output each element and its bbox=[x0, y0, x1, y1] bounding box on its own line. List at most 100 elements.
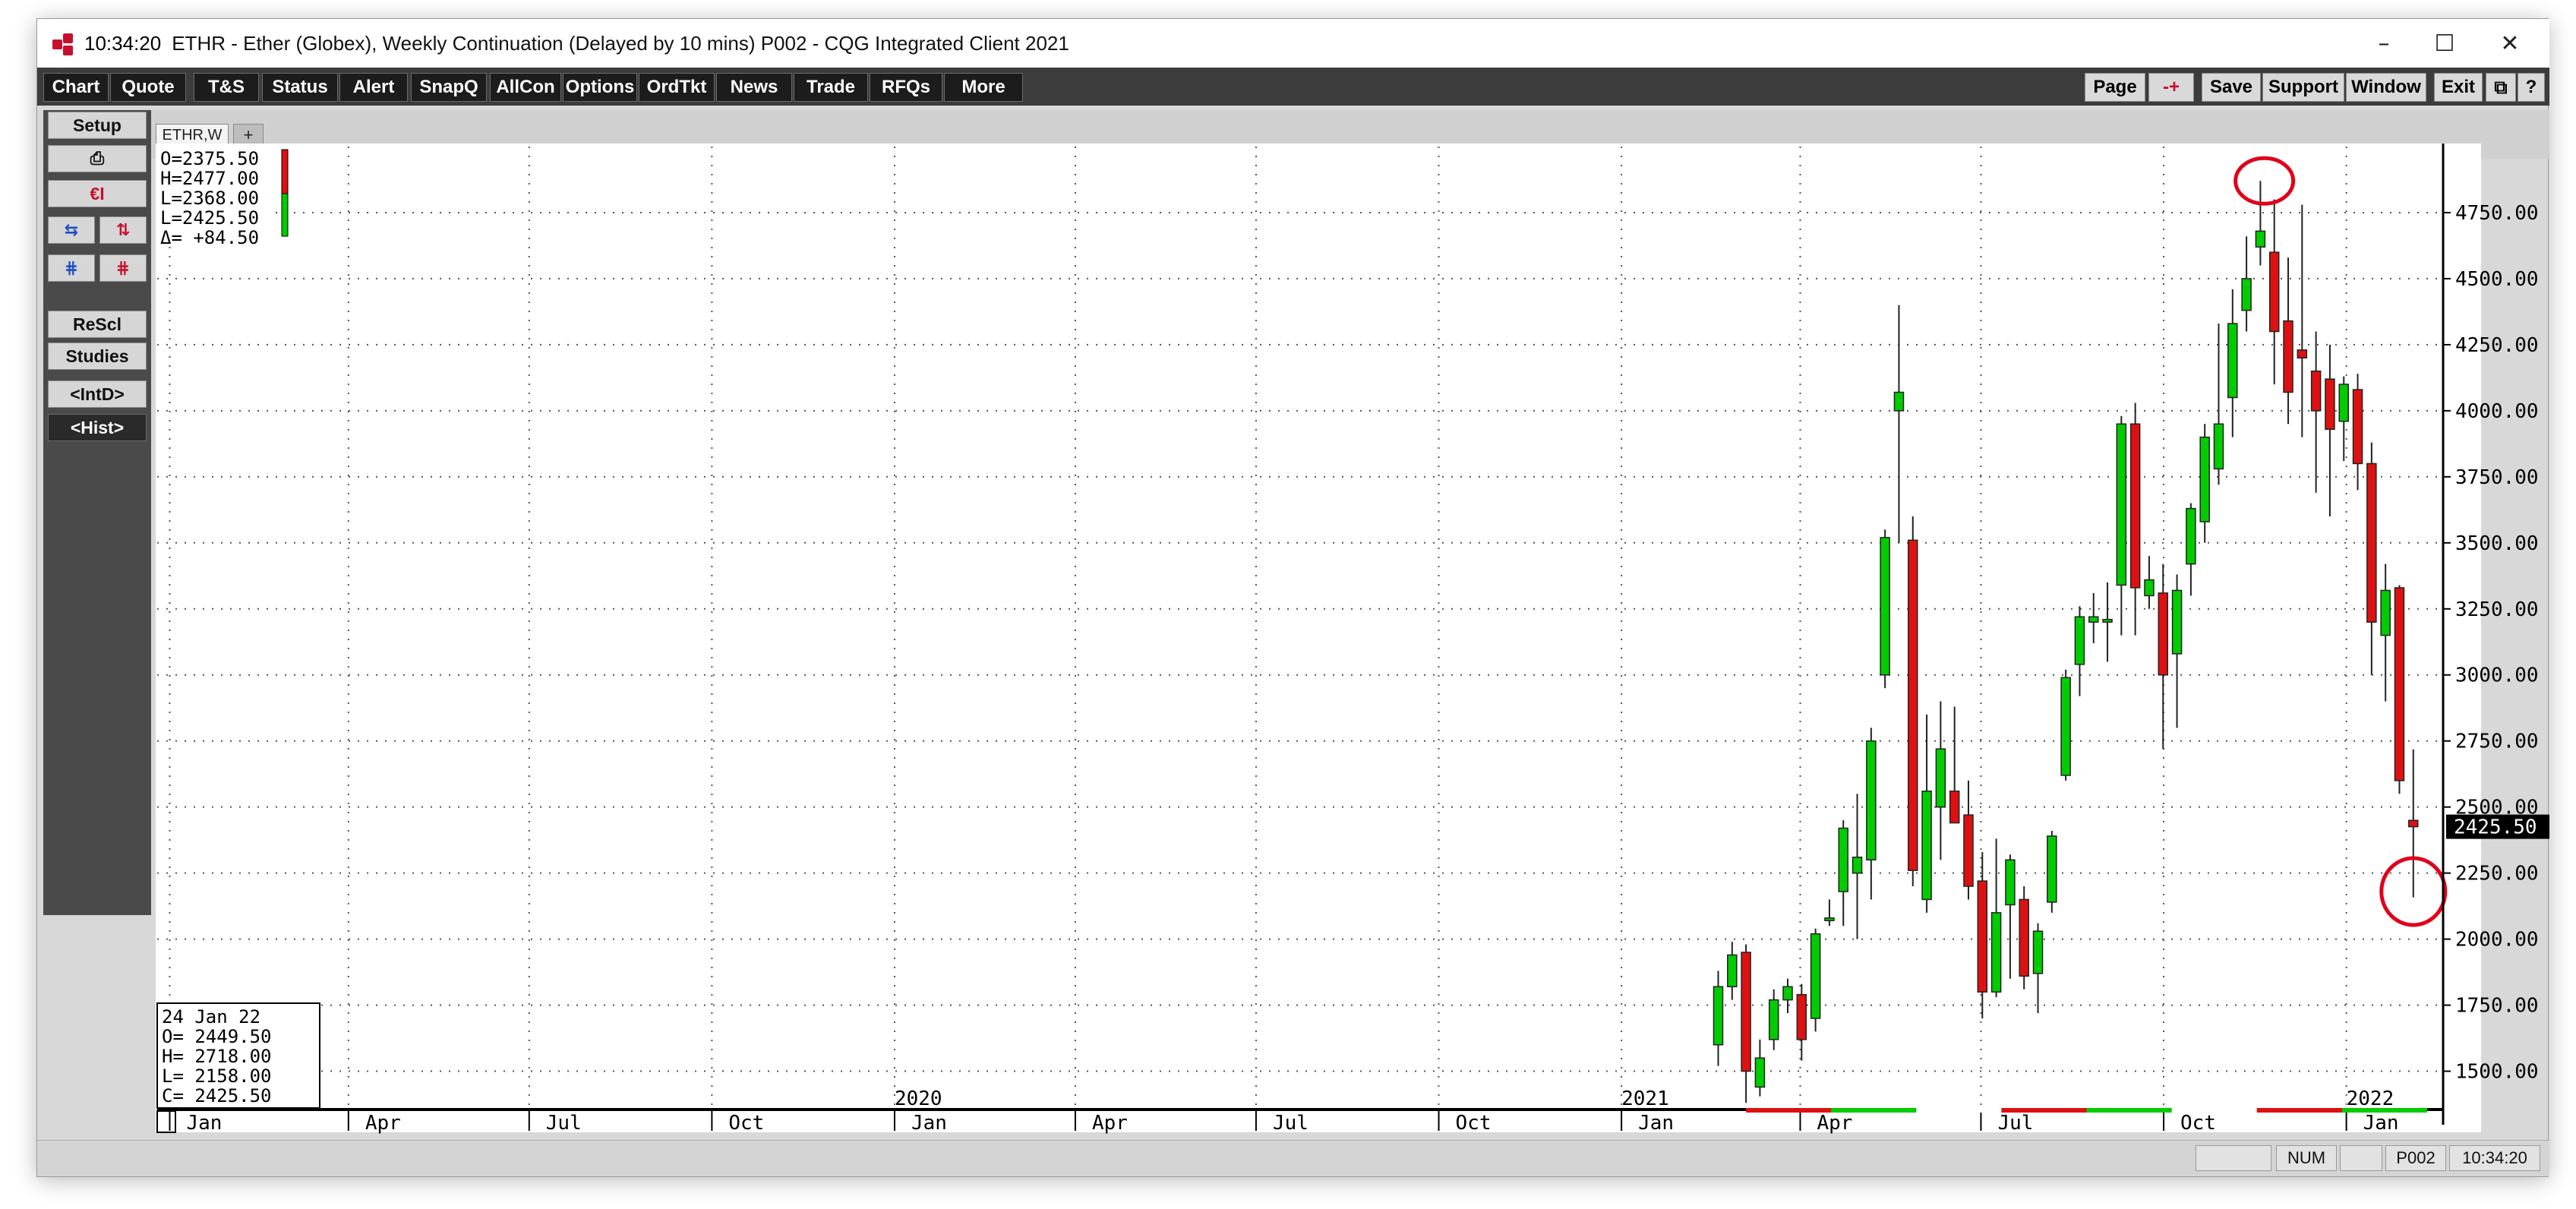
cursor-info-row: C= 2425.50 bbox=[162, 1085, 272, 1106]
x-tick-label: Jul bbox=[546, 1112, 582, 1135]
y-tick-label: 4000.00 bbox=[2455, 400, 2539, 423]
candle-body bbox=[2366, 462, 2377, 623]
candle-body bbox=[1908, 539, 1918, 871]
top-ohlc-row: L=2368.00 bbox=[160, 188, 259, 209]
price-chart[interactable]: 1500.001750.002000.002250.002500.002750.… bbox=[37, 19, 2549, 1140]
candle-body bbox=[2227, 323, 2238, 399]
cursor-info-date: 24 Jan 22 bbox=[162, 1006, 260, 1027]
candle-body bbox=[1713, 986, 1724, 1046]
x-tick-label: Apr bbox=[365, 1112, 401, 1135]
chart-background bbox=[156, 144, 2481, 1132]
candle-body bbox=[2019, 898, 2029, 977]
y-tick-label: 3000.00 bbox=[2455, 664, 2539, 687]
candle-body bbox=[2310, 370, 2322, 412]
x-tick-label: Apr bbox=[1817, 1112, 1852, 1135]
y-tick-label: 2000.00 bbox=[2455, 929, 2539, 952]
status-spacer bbox=[2196, 1145, 2271, 1171]
candle-body bbox=[1852, 857, 1863, 874]
candle-body bbox=[1880, 537, 1890, 676]
candle-body bbox=[2268, 251, 2280, 333]
top-ohlc-row: L=2425.50 bbox=[160, 207, 259, 229]
top-ohlc-bar-red bbox=[281, 149, 289, 194]
x-year-label: 2021 bbox=[1621, 1087, 1669, 1110]
top-ohlc-row: O=2375.50 bbox=[160, 148, 259, 169]
cursor-info-row: O= 2449.50 bbox=[162, 1026, 272, 1047]
candle-body bbox=[2144, 579, 2155, 597]
candle-body bbox=[2325, 378, 2335, 430]
candle-body bbox=[2241, 278, 2252, 311]
status-spacer-2 bbox=[2340, 1145, 2382, 1171]
candle-body bbox=[1768, 999, 1779, 1040]
candle-body bbox=[1990, 912, 2002, 993]
axis-strip-segment bbox=[1746, 1108, 1832, 1113]
candle-body bbox=[2060, 677, 2071, 776]
x-tick-label: Jan bbox=[186, 1112, 222, 1135]
candle-body bbox=[1949, 791, 1960, 824]
x-tick-label: Jan bbox=[1638, 1112, 1674, 1135]
candle-body bbox=[2047, 835, 2057, 903]
axis-strip-segment bbox=[2171, 1108, 2257, 1113]
y-tick-label: 4750.00 bbox=[2455, 202, 2539, 225]
y-tick-label: 3500.00 bbox=[2455, 532, 2539, 555]
y-tick-label: 2750.00 bbox=[2455, 731, 2539, 753]
axis-strip-segment bbox=[2001, 1108, 2087, 1113]
cursor-info-row: H= 2718.00 bbox=[162, 1046, 272, 1067]
x-tick-label: Jul bbox=[1997, 1112, 2033, 1135]
candle-body bbox=[2255, 230, 2266, 248]
candle-body bbox=[2171, 589, 2183, 655]
x-axis-corner-box bbox=[156, 1110, 176, 1133]
x-tick-label: Oct bbox=[728, 1112, 764, 1135]
candle-body bbox=[1741, 952, 1751, 1072]
page-indicator: P002 bbox=[2385, 1145, 2446, 1171]
y-tick-label: 2250.00 bbox=[2455, 863, 2539, 885]
num-lock-indicator: NUM bbox=[2276, 1145, 2337, 1171]
x-tick-label: Apr bbox=[1092, 1112, 1128, 1135]
app-window: 10:34:20 ETHR - Ether (Globex), Weekly C… bbox=[36, 18, 2549, 1177]
status-bar: NUM P002 10:34:20 bbox=[37, 1140, 2549, 1176]
y-tick-label: 1500.00 bbox=[2455, 1061, 2539, 1084]
candle-body bbox=[2297, 349, 2308, 359]
candle-body bbox=[1754, 1057, 1766, 1088]
axis-strip-segment bbox=[2086, 1108, 2172, 1113]
candle-body bbox=[2380, 589, 2391, 636]
candle-body bbox=[2352, 389, 2363, 465]
top-ohlc-box: O=2375.50H=2477.00L=2368.00L=2425.50Δ= +… bbox=[157, 147, 289, 248]
candle-body bbox=[2199, 436, 2210, 522]
x-year-label: 2022 bbox=[2347, 1087, 2394, 1110]
candle-body bbox=[2005, 859, 2016, 906]
x-tick-label: Oct bbox=[1456, 1112, 1492, 1135]
candle-body bbox=[1838, 827, 1848, 892]
candle-body bbox=[2186, 507, 2196, 565]
x-tick-label: Jan bbox=[911, 1112, 947, 1135]
cursor-info-box: 24 Jan 22O= 2449.50H= 2718.00L= 2158.00C… bbox=[156, 1002, 320, 1109]
candle-body bbox=[2032, 930, 2044, 974]
candle-body bbox=[2129, 423, 2141, 589]
candle-body bbox=[1935, 748, 1946, 808]
y-tick-label: 3250.00 bbox=[2455, 598, 2539, 621]
x-tick-label: Oct bbox=[2180, 1112, 2216, 1135]
candle-body bbox=[2088, 616, 2099, 623]
candle-body bbox=[2116, 423, 2127, 586]
candle-body bbox=[2283, 320, 2293, 393]
y-tick-label: 1750.00 bbox=[2455, 995, 2539, 1018]
candle-body bbox=[2102, 618, 2113, 623]
x-tick-label: Jan bbox=[2363, 1112, 2399, 1135]
top-ohlc-bar-green bbox=[281, 193, 289, 237]
candle-body bbox=[2213, 423, 2224, 470]
axis-strip-segment bbox=[2341, 1108, 2428, 1113]
candle-body bbox=[2158, 592, 2169, 676]
x-year-label: 2020 bbox=[895, 1087, 942, 1110]
axis-strip-segment bbox=[1831, 1108, 1917, 1113]
axis-strip-segment bbox=[1916, 1108, 2002, 1113]
candle-body bbox=[2338, 384, 2349, 422]
candle-body bbox=[2408, 819, 2419, 828]
cursor-info-row: L= 2158.00 bbox=[162, 1065, 272, 1087]
candle-body bbox=[1893, 391, 1905, 412]
y-tick-label: 4250.00 bbox=[2455, 334, 2539, 357]
candle-body bbox=[1796, 993, 1807, 1040]
axis-strip-segment bbox=[2256, 1108, 2342, 1113]
top-ohlc-row: Δ= +84.50 bbox=[160, 227, 259, 248]
last-price-label: 2425.50 bbox=[2454, 816, 2537, 839]
candle-body bbox=[1921, 791, 1932, 901]
candle-body bbox=[2394, 587, 2405, 781]
